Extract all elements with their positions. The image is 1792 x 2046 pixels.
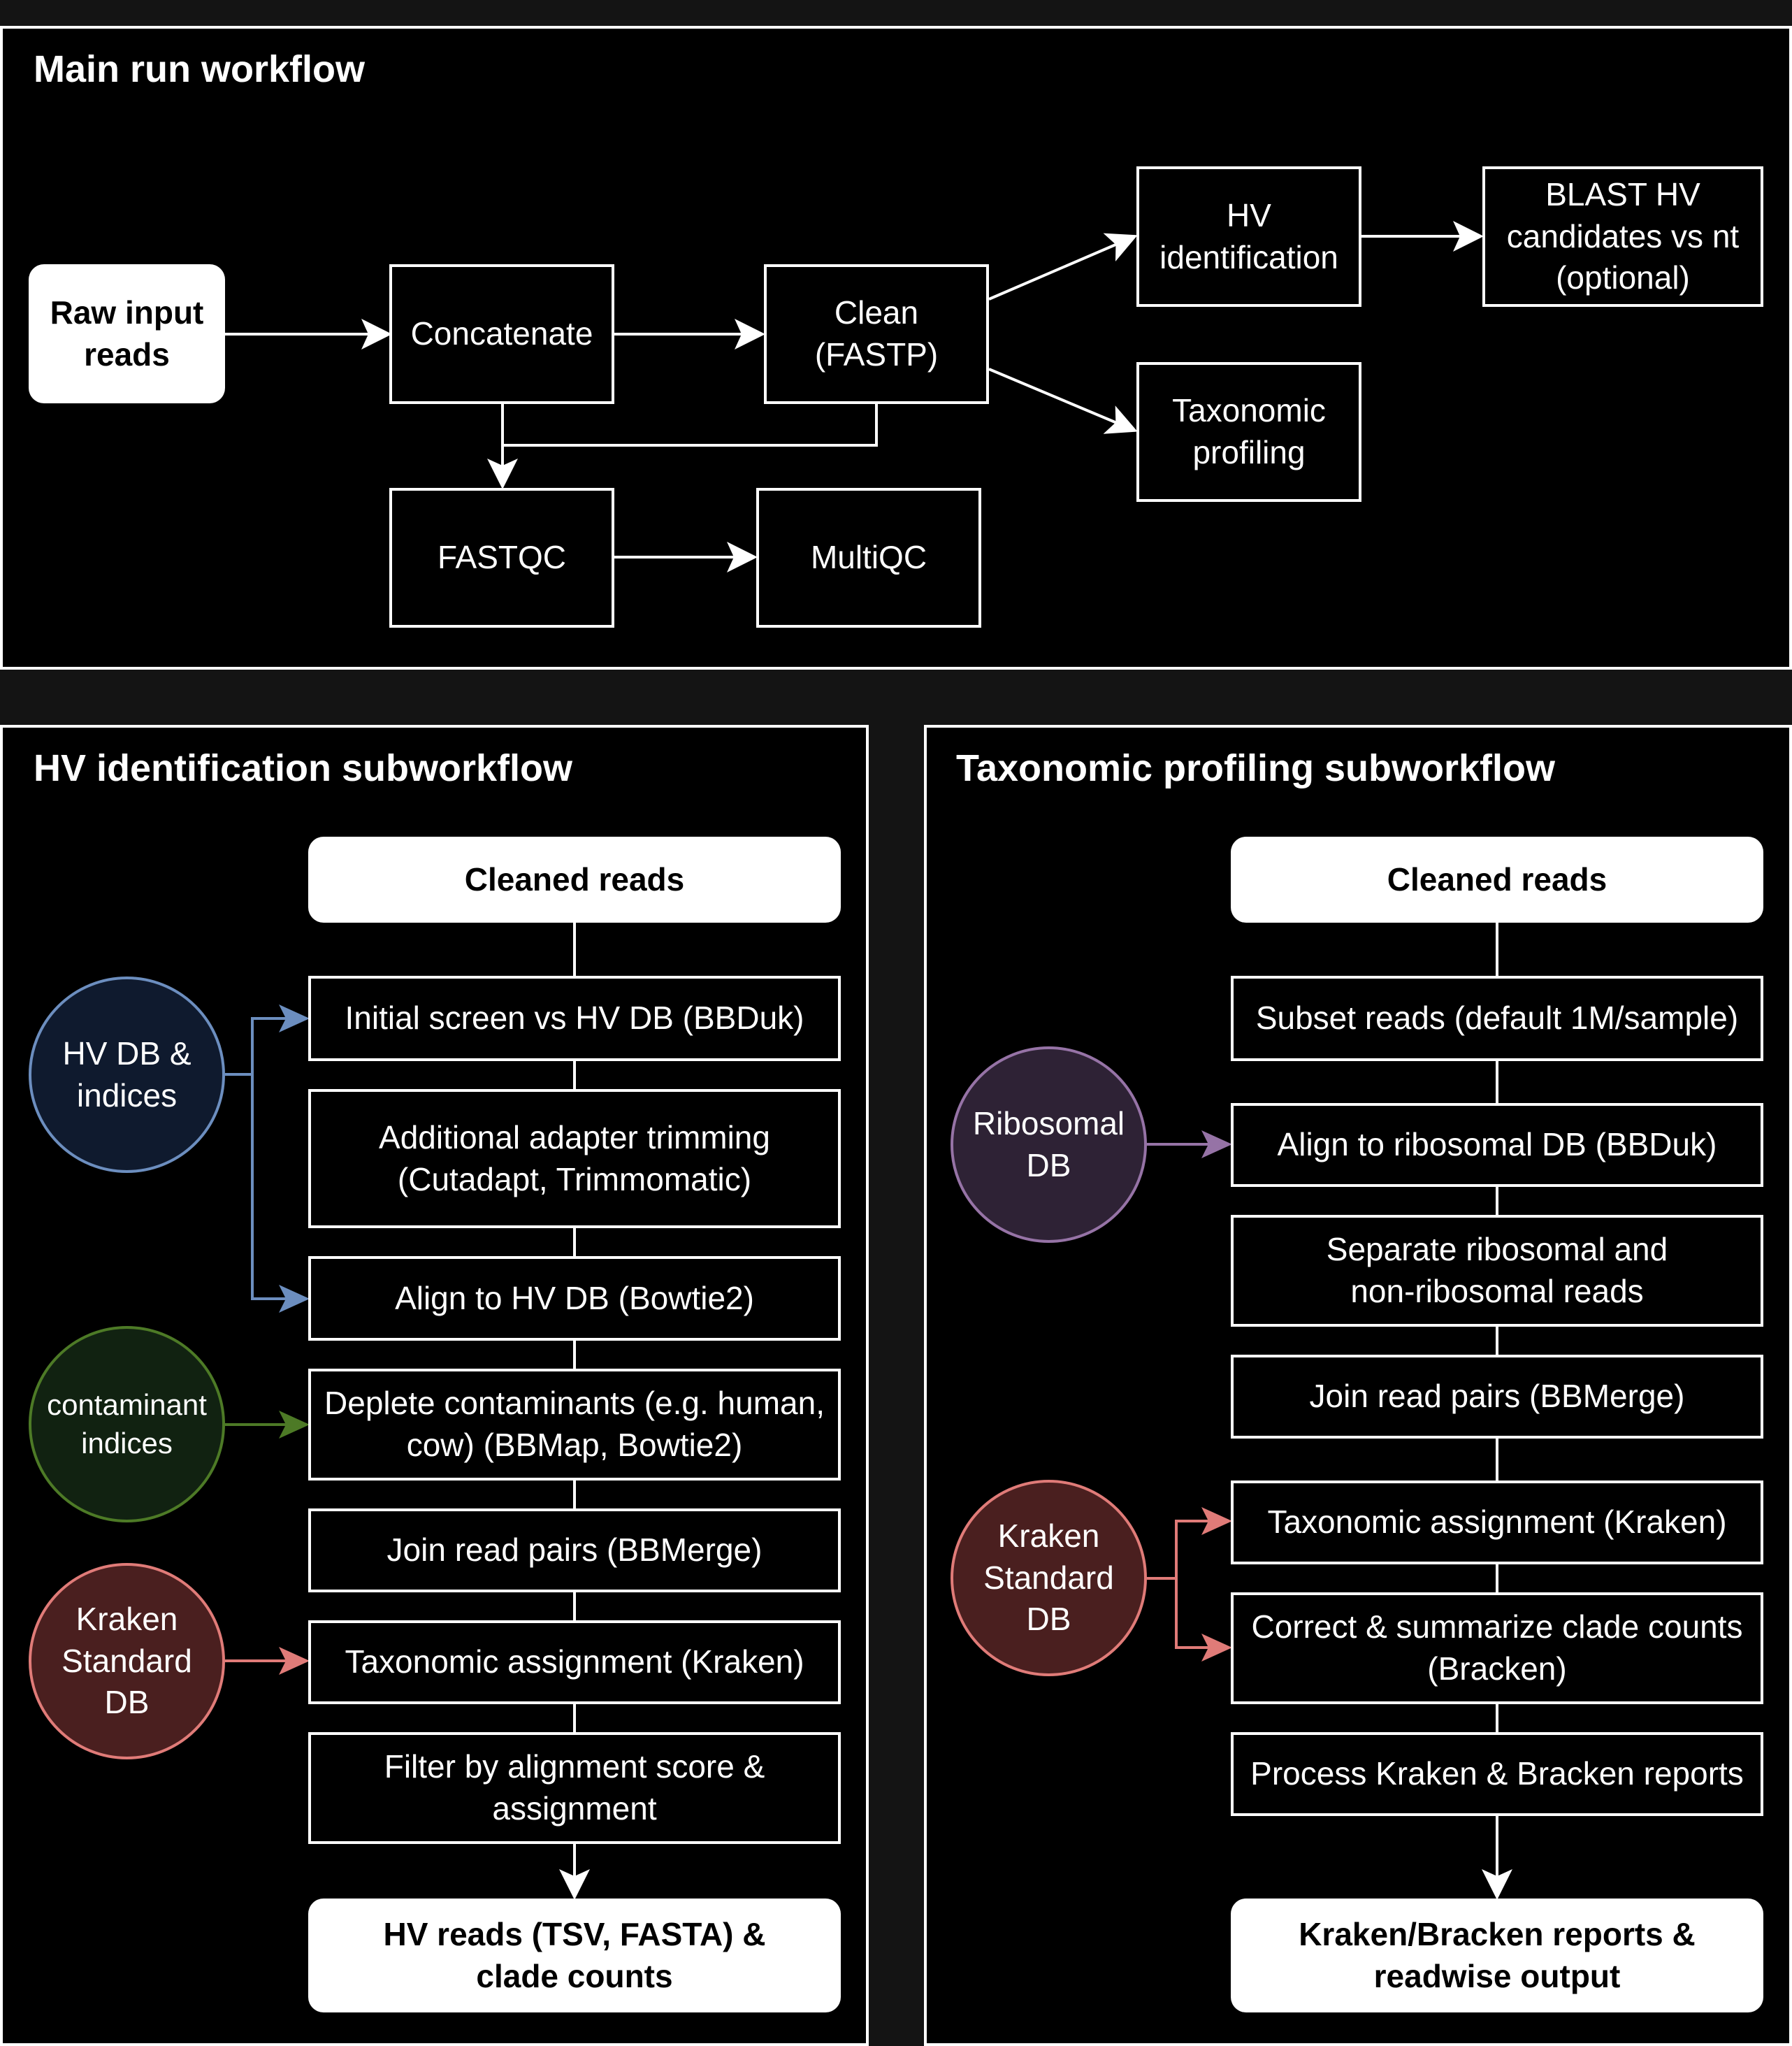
hv-step[interactable]: Taxonomic assignment (Kraken) [308, 1620, 841, 1704]
hv-step[interactable]: Deplete contaminants (e.g. human, cow) (… [308, 1369, 841, 1481]
node-clean-fastp[interactable]: Clean (FASTP) [764, 264, 989, 404]
resource-kraken-db-tax[interactable]: Kraken Standard DB [951, 1480, 1147, 1676]
resource-contaminant-indices[interactable]: contaminant indices [29, 1326, 225, 1522]
hv-start-cleaned-reads[interactable]: Cleaned reads [308, 837, 841, 923]
tax-start-cleaned-reads[interactable]: Cleaned reads [1231, 837, 1763, 923]
hv-end-output[interactable]: HV reads (TSV, FASTA) & clade counts [308, 1899, 841, 2012]
hv-subworkflow-title: HV identification subworkflow [34, 747, 573, 789]
node-concatenate[interactable]: Concatenate [389, 264, 614, 404]
node-raw-input-reads[interactable]: Raw input reads [29, 264, 225, 403]
hv-step[interactable]: Join read pairs (BBMerge) [308, 1508, 841, 1592]
tax-step[interactable]: Align to ribosomal DB (BBDuk) [1231, 1103, 1763, 1187]
tax-subworkflow-title: Taxonomic profiling subworkflow [956, 747, 1556, 789]
tax-step[interactable]: Join read pairs (BBMerge) [1231, 1355, 1763, 1439]
node-fastqc[interactable]: FASTQC [389, 488, 614, 628]
node-hv-identification[interactable]: HV identification [1136, 166, 1361, 307]
resource-hv-db[interactable]: HV DB & indices [29, 977, 225, 1173]
hv-step[interactable]: Initial screen vs HV DB (BBDuk) [308, 976, 841, 1061]
node-taxonomic-profiling[interactable]: Taxonomic profiling [1136, 362, 1361, 502]
resource-ribosomal-db[interactable]: Ribosomal DB [951, 1046, 1147, 1243]
tax-step[interactable]: Subset reads (default 1M/sample) [1231, 976, 1763, 1061]
tax-step[interactable]: Process Kraken & Bracken reports [1231, 1732, 1763, 1816]
tax-end-output[interactable]: Kraken/Bracken reports & readwise output [1231, 1899, 1763, 2012]
hv-step[interactable]: Filter by alignment score & assignment [308, 1732, 841, 1844]
tax-step[interactable]: Correct & summarize clade counts (Bracke… [1231, 1592, 1763, 1704]
resource-kraken-db-hv[interactable]: Kraken Standard DB [29, 1563, 225, 1759]
main-workflow-title: Main run workflow [34, 48, 366, 90]
hv-step[interactable]: Align to HV DB (Bowtie2) [308, 1256, 841, 1341]
tax-step[interactable]: Taxonomic assignment (Kraken) [1231, 1481, 1763, 1564]
hv-step[interactable]: Additional adapter trimming (Cutadapt, T… [308, 1089, 841, 1228]
tax-step[interactable]: Separate ribosomal and non-ribosomal rea… [1231, 1215, 1763, 1327]
node-multiqc[interactable]: MultiQC [756, 488, 981, 628]
node-blast-hv[interactable]: BLAST HV candidates vs nt (optional) [1482, 166, 1763, 307]
